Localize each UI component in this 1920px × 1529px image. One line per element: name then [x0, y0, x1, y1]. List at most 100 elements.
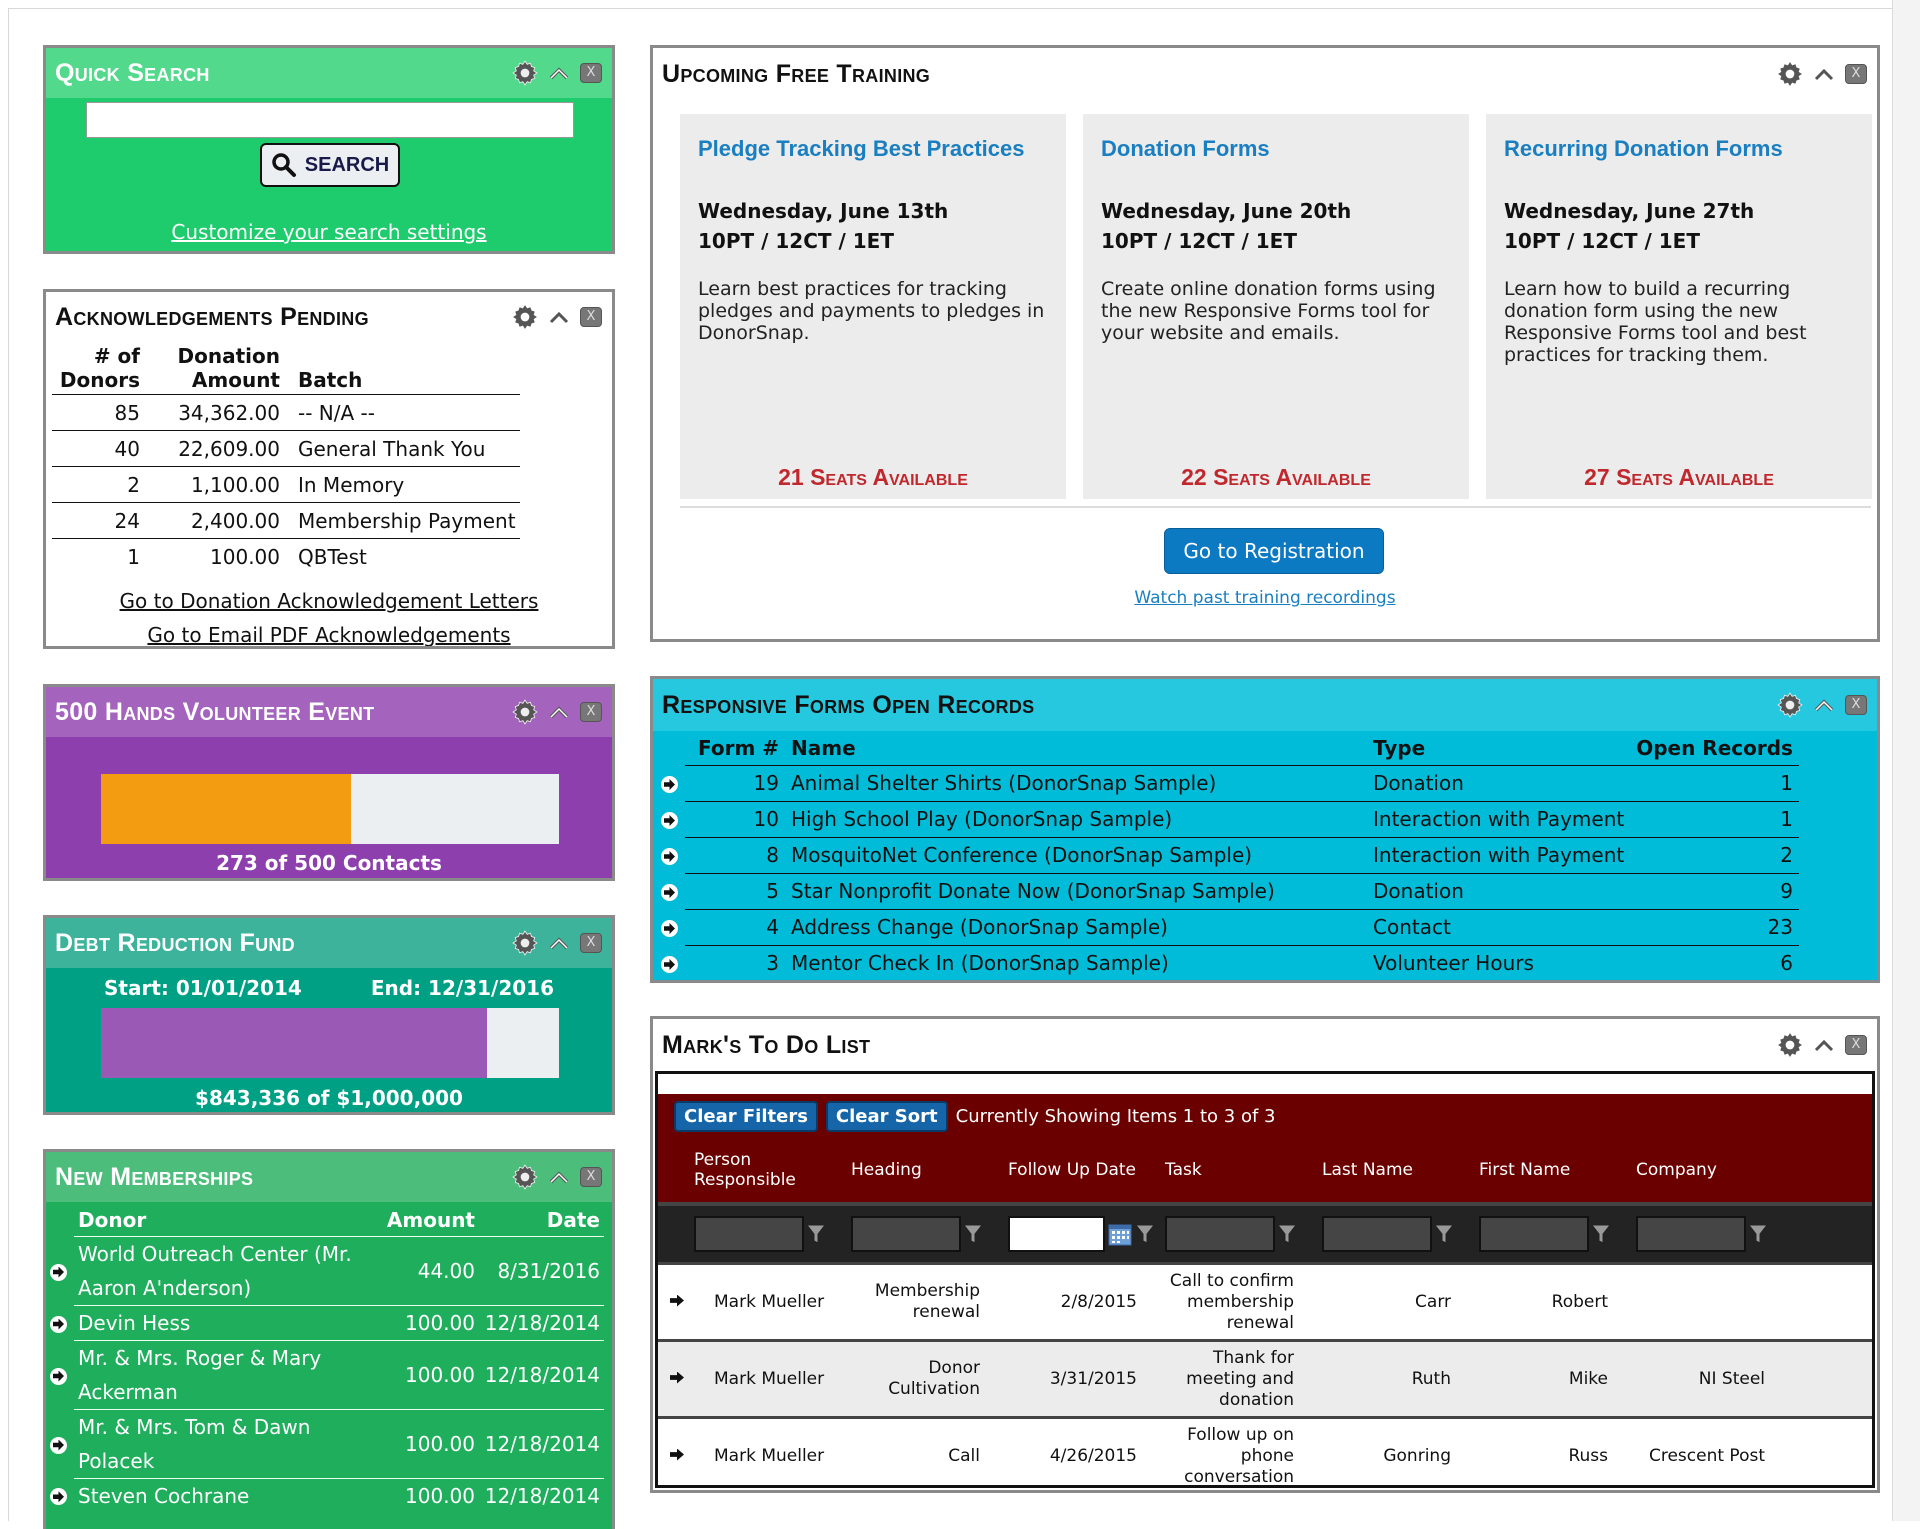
- row-link-cell[interactable]: [46, 1236, 74, 1305]
- funnel-icon[interactable]: [1433, 1223, 1455, 1245]
- row-link-cell[interactable]: [658, 1292, 684, 1313]
- arrow-right-icon[interactable]: [50, 1315, 67, 1333]
- arrow-right-icon[interactable]: [661, 776, 678, 793]
- close-icon[interactable]: X: [580, 63, 602, 83]
- form-name[interactable]: Address Change (DonorSnap Sample): [785, 908, 1367, 945]
- row-link-cell[interactable]: [658, 1369, 684, 1390]
- chevron-up-icon[interactable]: [1813, 1037, 1835, 1053]
- arrow-right-icon[interactable]: [661, 884, 678, 901]
- table-row[interactable]: 24 2,400.00 Membership Payment: [52, 502, 520, 539]
- table-row[interactable]: 1 100.00 QBTest: [52, 538, 520, 575]
- arrow-right-icon[interactable]: [50, 1488, 67, 1506]
- quick-search-input[interactable]: [86, 102, 574, 138]
- arrow-right-icon[interactable]: [50, 1436, 67, 1454]
- clear-filters-button[interactable]: Clear Filters: [674, 1100, 818, 1132]
- chevron-up-icon[interactable]: [548, 309, 570, 325]
- table-row[interactable]: World Outreach Center (Mr. Aaron A'nders…: [46, 1236, 604, 1305]
- funnel-icon[interactable]: [1590, 1223, 1612, 1245]
- donor-name[interactable]: Devin Hess: [74, 1304, 369, 1340]
- arrow-right-icon[interactable]: [50, 1263, 67, 1281]
- close-icon[interactable]: X: [580, 702, 602, 722]
- form-name[interactable]: Star Nonprofit Donate Now (DonorSnap Sam…: [785, 872, 1367, 909]
- row-link-cell[interactable]: [657, 873, 685, 909]
- table-row[interactable]: 8 MosquitoNet Conference (DonorSnap Sampl…: [657, 836, 1799, 873]
- table-row[interactable]: 5 Star Nonprofit Donate Now (DonorSnap Sa…: [657, 872, 1799, 909]
- donor-name[interactable]: Steven Cochrane: [74, 1477, 369, 1513]
- arrow-right-icon[interactable]: [670, 1294, 684, 1307]
- table-row[interactable]: Steven Cochrane 100.00 12/18/2014: [46, 1477, 604, 1513]
- table-row[interactable]: 85 34,362.00 -- N/A --: [52, 394, 520, 431]
- chevron-up-icon[interactable]: [1813, 66, 1835, 82]
- form-name[interactable]: Mentor Check In (DonorSnap Sample): [785, 944, 1367, 980]
- col-header-task[interactable]: Task: [1155, 1138, 1312, 1202]
- donation-letters-link[interactable]: Go to Donation Acknowledgement Letters: [120, 589, 539, 613]
- table-row[interactable]: Mark Mueller Call 4/26/2015 Follow up on ph…: [658, 1416, 1872, 1490]
- row-link-cell[interactable]: [46, 1340, 74, 1409]
- filter-input-first-name[interactable]: [1479, 1216, 1589, 1252]
- gear-icon[interactable]: [512, 60, 538, 86]
- gear-icon[interactable]: [1777, 692, 1803, 718]
- table-row[interactable]: 19 Animal Shelter Shirts (DonorSnap Sampl…: [657, 765, 1799, 801]
- gear-icon[interactable]: [1777, 1032, 1803, 1058]
- clear-sort-button[interactable]: Clear Sort: [825, 1100, 948, 1132]
- calendar-icon[interactable]: [1107, 1222, 1133, 1246]
- close-icon[interactable]: X: [580, 1167, 602, 1187]
- gear-icon[interactable]: [512, 1164, 538, 1190]
- table-row[interactable]: Mark Mueller Donor Cultivation 3/31/2015 Th…: [658, 1339, 1872, 1416]
- table-row[interactable]: 2 1,100.00 In Memory: [52, 466, 520, 503]
- close-icon[interactable]: X: [1845, 64, 1867, 84]
- arrow-right-icon[interactable]: [661, 848, 678, 865]
- table-row[interactable]: Mr. & Mrs. Tom & Dawn Polacek 100.00 12/18…: [46, 1408, 604, 1478]
- row-link-cell[interactable]: [46, 1478, 74, 1513]
- col-header-person-responsible[interactable]: Person Responsible: [684, 1138, 841, 1202]
- gear-icon[interactable]: [512, 930, 538, 956]
- arrow-right-icon[interactable]: [661, 812, 678, 829]
- row-link-cell[interactable]: [657, 765, 685, 801]
- filter-input-heading[interactable]: [851, 1216, 961, 1252]
- close-icon[interactable]: X: [1845, 695, 1867, 715]
- row-link-cell[interactable]: [46, 1305, 74, 1340]
- chevron-up-icon[interactable]: [548, 704, 570, 720]
- form-name[interactable]: High School Play (DonorSnap Sample): [785, 800, 1367, 837]
- col-header-company[interactable]: Company: [1626, 1138, 1783, 1202]
- arrow-right-icon[interactable]: [670, 1371, 684, 1384]
- form-name[interactable]: Animal Shelter Shirts (DonorSnap Sample): [785, 765, 1367, 801]
- table-row[interactable]: Mr. & Mrs. Roger & Mary Ackerman 100.00 12…: [46, 1339, 604, 1409]
- gear-icon[interactable]: [512, 699, 538, 725]
- filter-input-last-name[interactable]: [1322, 1216, 1432, 1252]
- row-link-cell[interactable]: [657, 909, 685, 945]
- funnel-icon[interactable]: [962, 1223, 984, 1245]
- training-title[interactable]: Donation Forms: [1101, 136, 1451, 162]
- filter-input-task[interactable]: [1165, 1216, 1275, 1252]
- filter-input-follow-up-date[interactable]: [1008, 1216, 1105, 1252]
- col-header-first-name[interactable]: First Name: [1469, 1138, 1626, 1202]
- donor-name[interactable]: Mr. & Mrs. Tom & Dawn Polacek: [74, 1408, 369, 1478]
- row-link-cell[interactable]: [46, 1409, 74, 1478]
- chevron-up-icon[interactable]: [548, 65, 570, 81]
- funnel-icon[interactable]: [1276, 1223, 1298, 1245]
- funnel-icon[interactable]: [1134, 1223, 1156, 1245]
- col-header-follow-up-date[interactable]: Follow Up Date: [998, 1138, 1155, 1202]
- funnel-icon[interactable]: [1747, 1223, 1769, 1245]
- row-link-cell[interactable]: [658, 1446, 684, 1467]
- search-button[interactable]: SEARCH: [260, 143, 400, 187]
- chevron-up-icon[interactable]: [548, 1169, 570, 1185]
- table-row[interactable]: 4 Address Change (DonorSnap Sample) Contac…: [657, 908, 1799, 945]
- col-header-heading[interactable]: Heading: [841, 1138, 998, 1202]
- table-row[interactable]: Mark Mueller Membership renewal 2/8/2015 Ca…: [658, 1262, 1872, 1339]
- training-title[interactable]: Pledge Tracking Best Practices: [698, 136, 1048, 162]
- arrow-right-icon[interactable]: [661, 920, 678, 937]
- table-row[interactable]: 10 High School Play (DonorSnap Sample) Int…: [657, 800, 1799, 837]
- arrow-right-icon[interactable]: [661, 956, 678, 973]
- funnel-icon[interactable]: [805, 1223, 827, 1245]
- gear-icon[interactable]: [1777, 61, 1803, 87]
- col-header-last-name[interactable]: Last Name: [1312, 1138, 1469, 1202]
- close-icon[interactable]: X: [580, 307, 602, 327]
- table-row[interactable]: Devin Hess 100.00 12/18/2014: [46, 1304, 604, 1340]
- training-title[interactable]: Recurring Donation Forms: [1504, 136, 1854, 162]
- table-row[interactable]: 40 22,609.00 General Thank You: [52, 430, 520, 467]
- arrow-right-icon[interactable]: [670, 1448, 684, 1461]
- filter-input-person-responsible[interactable]: [694, 1216, 804, 1252]
- registration-button[interactable]: Go to Registration: [1164, 528, 1384, 574]
- gear-icon[interactable]: [512, 304, 538, 330]
